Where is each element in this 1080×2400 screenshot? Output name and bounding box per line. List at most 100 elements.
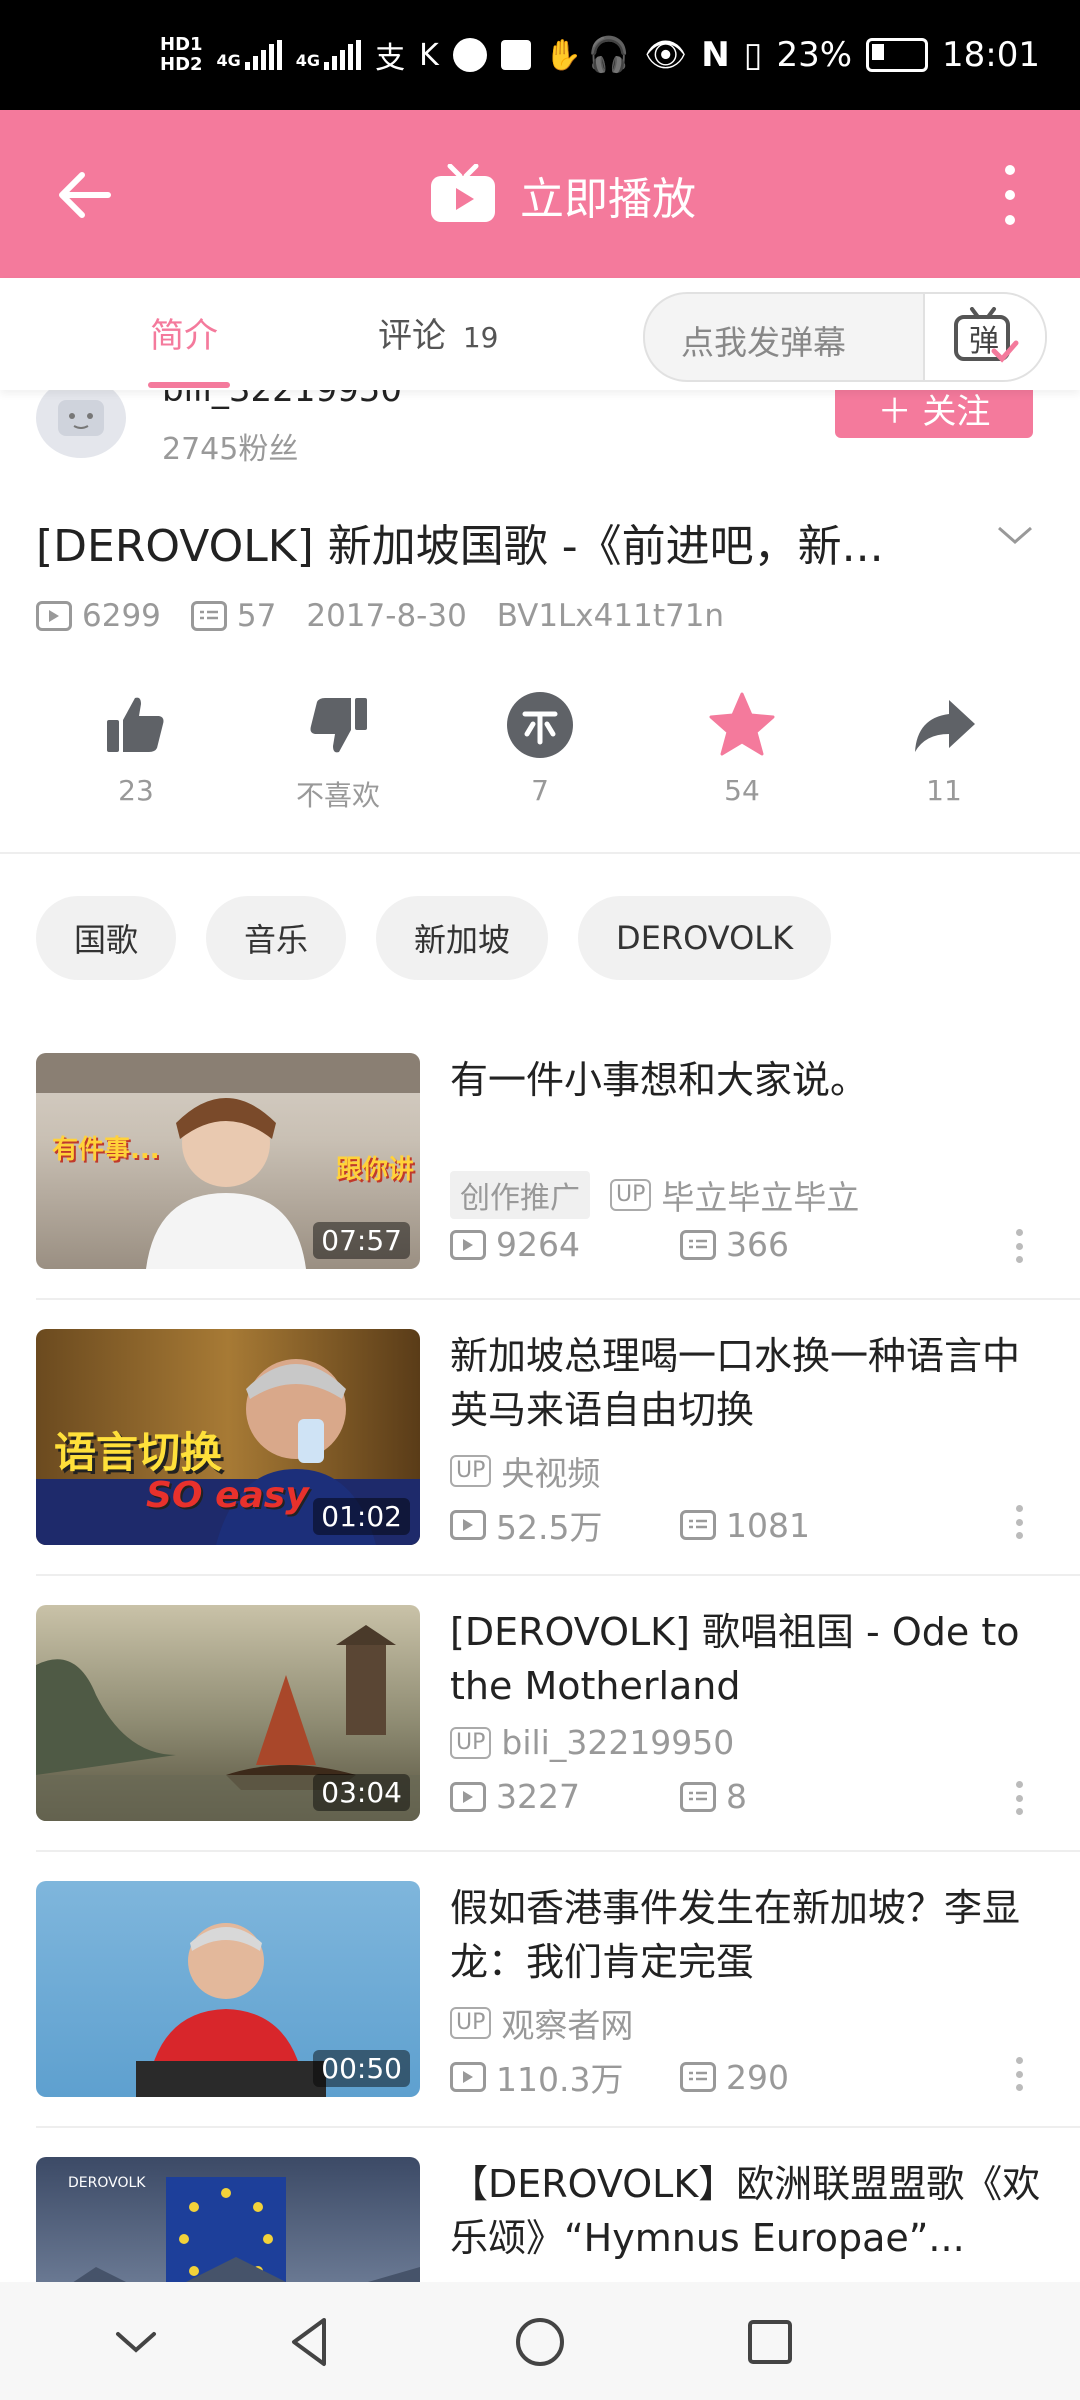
list-item[interactable]: 语言切换 SO easy 01:02 新加坡总理喝一口水换一种语言中英马来语自由… bbox=[0, 1329, 1080, 1605]
video-title: [DEROVOLK] 新加坡国歌 -《前进吧，新... bbox=[36, 521, 884, 572]
uploader-fans: 2745粉丝 bbox=[162, 432, 299, 467]
video-thumbnail[interactable]: 03:04 bbox=[36, 1605, 420, 1821]
home-circle-icon[interactable] bbox=[510, 2312, 570, 2372]
system-nav-bar bbox=[0, 2282, 1080, 2400]
like-button[interactable]: 23 bbox=[56, 690, 216, 807]
tab-comments[interactable]: 评论 19 bbox=[378, 308, 498, 357]
related-danmaku: 1081 bbox=[726, 1505, 810, 1545]
video-thumbnail[interactable]: 语言切换 SO easy 01:02 bbox=[36, 1329, 420, 1545]
status-right: 🎧 👁 N ▯ 23% 18:01 bbox=[588, 30, 1040, 80]
list-item[interactable]: 03:04 [DEROVOLK] 歌唱祖国 - Ode to the Mothe… bbox=[0, 1605, 1080, 1881]
favorite-count: 54 bbox=[724, 774, 760, 807]
avatar[interactable] bbox=[36, 378, 126, 458]
divider bbox=[0, 852, 1080, 854]
signal-icon: 4G bbox=[217, 40, 282, 70]
related-title[interactable]: [DEROVOLK] 歌唱祖国 - Ode to the Motherland bbox=[450, 1605, 1050, 1713]
list-item[interactable]: 有件事... 跟你讲 07:57 有一件小事想和大家说。 创作推广 UP 毕立毕… bbox=[0, 1053, 1080, 1329]
tv-icon bbox=[428, 163, 498, 226]
thumb-caption-left: 有件事... bbox=[52, 1135, 160, 1165]
tag-chip[interactable]: DEROVOLK bbox=[578, 896, 832, 980]
thumbs-down-icon bbox=[303, 690, 373, 760]
video-thumbnail[interactable]: 有件事... 跟你讲 07:57 bbox=[36, 1053, 420, 1269]
divider bbox=[36, 1574, 1080, 1576]
play-now-button[interactable]: 立即播放 bbox=[428, 160, 696, 230]
related-stats: 3227 8 bbox=[450, 1777, 910, 1816]
tag-chip[interactable]: 音乐 bbox=[206, 896, 347, 980]
related-stats: 110.3万 290 bbox=[450, 2053, 910, 2101]
action-bar: 23 不喜欢 7 54 11 bbox=[0, 690, 1080, 840]
star-icon bbox=[707, 690, 777, 760]
chevron-down-icon[interactable] bbox=[106, 2312, 166, 2372]
related-title[interactable]: 新加坡总理喝一口水换一种语言中英马来语自由切换 bbox=[450, 1329, 1050, 1437]
chevron-down-icon[interactable] bbox=[995, 520, 1035, 550]
back-arrow-icon[interactable] bbox=[50, 160, 120, 230]
related-uploader: UP 观察者网 bbox=[450, 1999, 633, 2047]
tab-indicator bbox=[148, 382, 230, 388]
tab-intro[interactable]: 简介 bbox=[150, 308, 218, 357]
related-uploader-name: 观察者网 bbox=[501, 2006, 634, 2045]
promo-badge: 创作推广 bbox=[450, 1171, 590, 1219]
more-vertical-icon[interactable] bbox=[1016, 1229, 1024, 1263]
upload-date: 2017-8-30 bbox=[306, 598, 467, 634]
share-arrow-icon bbox=[909, 690, 979, 760]
hd1-label: HD1 bbox=[160, 34, 203, 55]
tab-bar: 简介 评论 19 点我发弹幕 弹 bbox=[0, 278, 1080, 390]
tab-comments-count: 19 bbox=[462, 321, 499, 354]
danmaku-count-icon bbox=[190, 601, 227, 631]
video-duration: 07:57 bbox=[313, 1222, 410, 1259]
video-thumbnail[interactable]: DEROVOLK bbox=[36, 2157, 420, 2282]
up-badge-icon: UP bbox=[450, 1726, 492, 1759]
thumb-caption-right: 跟你讲 bbox=[336, 1155, 415, 1185]
play-count-icon bbox=[450, 1229, 486, 1260]
more-vertical-icon[interactable] bbox=[1016, 1781, 1024, 1815]
video-duration: 01:02 bbox=[313, 1498, 410, 1535]
danmaku-count-icon bbox=[680, 2062, 716, 2092]
dislike-label: 不喜欢 bbox=[295, 779, 380, 812]
back-triangle-icon[interactable] bbox=[280, 2312, 340, 2372]
share-button[interactable]: 11 bbox=[864, 690, 1024, 807]
thumb-caption: DEROVOLK bbox=[68, 2175, 146, 2191]
app-bar: 立即播放 bbox=[0, 110, 1080, 278]
up-badge-icon: UP bbox=[610, 1179, 652, 1211]
list-item[interactable]: DEROVOLK 【DEROVOLK】欧洲联盟盟歌《欢乐颂》“Hymnus Eu… bbox=[0, 2157, 1080, 2282]
recents-square-icon[interactable] bbox=[740, 2312, 800, 2372]
more-vertical-icon[interactable] bbox=[1016, 1505, 1024, 1539]
danmaku-toggle-button[interactable]: 弹 bbox=[923, 294, 1045, 380]
danmaku-input[interactable]: 点我发弹幕 弹 bbox=[643, 292, 1047, 382]
tag-chip[interactable]: 国歌 bbox=[36, 896, 177, 980]
more-vertical-icon[interactable] bbox=[1000, 165, 1020, 225]
favorite-button[interactable]: 54 bbox=[662, 690, 822, 807]
video-meta: 6299 57 2017-8-30 BV1Lx411t71n bbox=[36, 596, 754, 636]
danmaku-count-icon bbox=[680, 1781, 716, 1812]
coin-icon bbox=[505, 690, 575, 760]
related-danmaku: 8 bbox=[726, 1777, 747, 1816]
related-danmaku: 290 bbox=[726, 2057, 789, 2097]
related-title[interactable]: 【DEROVOLK】欧洲联盟盟歌《欢乐颂》“Hymnus Europae”... bbox=[450, 2157, 1050, 2265]
related-title[interactable]: 有一件小事想和大家说。 bbox=[450, 1053, 1050, 1107]
signal-icon-2: 4G bbox=[296, 40, 362, 70]
status-bar: HD1 HD2 4G 4G 支 K ✋ 🎧 👁 N ▯ 23% 18:01 bbox=[0, 0, 1080, 110]
status-left: HD1 HD2 4G 4G 支 K ✋ bbox=[160, 30, 582, 80]
more-vertical-icon[interactable] bbox=[1016, 2057, 1024, 2091]
thumb-caption-right: SO easy bbox=[146, 1475, 309, 1516]
play-count-icon bbox=[450, 1510, 486, 1540]
list-item[interactable]: 00:50 假如香港事件发生在新加坡？李显龙：我们肯定完蛋 UP 观察者网 11… bbox=[0, 1881, 1080, 2157]
video-thumbnail[interactable]: 00:50 bbox=[36, 1881, 420, 2097]
dislike-button[interactable]: 不喜欢 bbox=[258, 690, 418, 814]
danmaku-count-icon bbox=[680, 1510, 716, 1540]
k-app-icon: K bbox=[419, 37, 439, 73]
headphone-icon: 🎧 bbox=[587, 35, 631, 75]
coin-button[interactable]: 7 bbox=[460, 690, 620, 807]
tag-chip[interactable]: 新加坡 bbox=[376, 896, 549, 980]
video-duration: 00:50 bbox=[313, 2050, 410, 2087]
related-views: 9264 bbox=[496, 1225, 580, 1264]
related-stats: 52.5万 1081 bbox=[450, 1501, 910, 1549]
related-title[interactable]: 假如香港事件发生在新加坡？李显龙：我们肯定完蛋 bbox=[450, 1881, 1050, 1989]
related-stats: 9264 366 bbox=[450, 1225, 910, 1264]
related-views: 3227 bbox=[496, 1777, 580, 1816]
related-uploader: 创作推广 UP 毕立毕立毕立 bbox=[450, 1171, 859, 1219]
danmaku-count: 57 bbox=[236, 598, 277, 634]
coin-count: 7 bbox=[531, 774, 549, 807]
vibrate-icon: ▯ bbox=[743, 35, 763, 75]
thumbs-up-icon bbox=[101, 690, 171, 760]
